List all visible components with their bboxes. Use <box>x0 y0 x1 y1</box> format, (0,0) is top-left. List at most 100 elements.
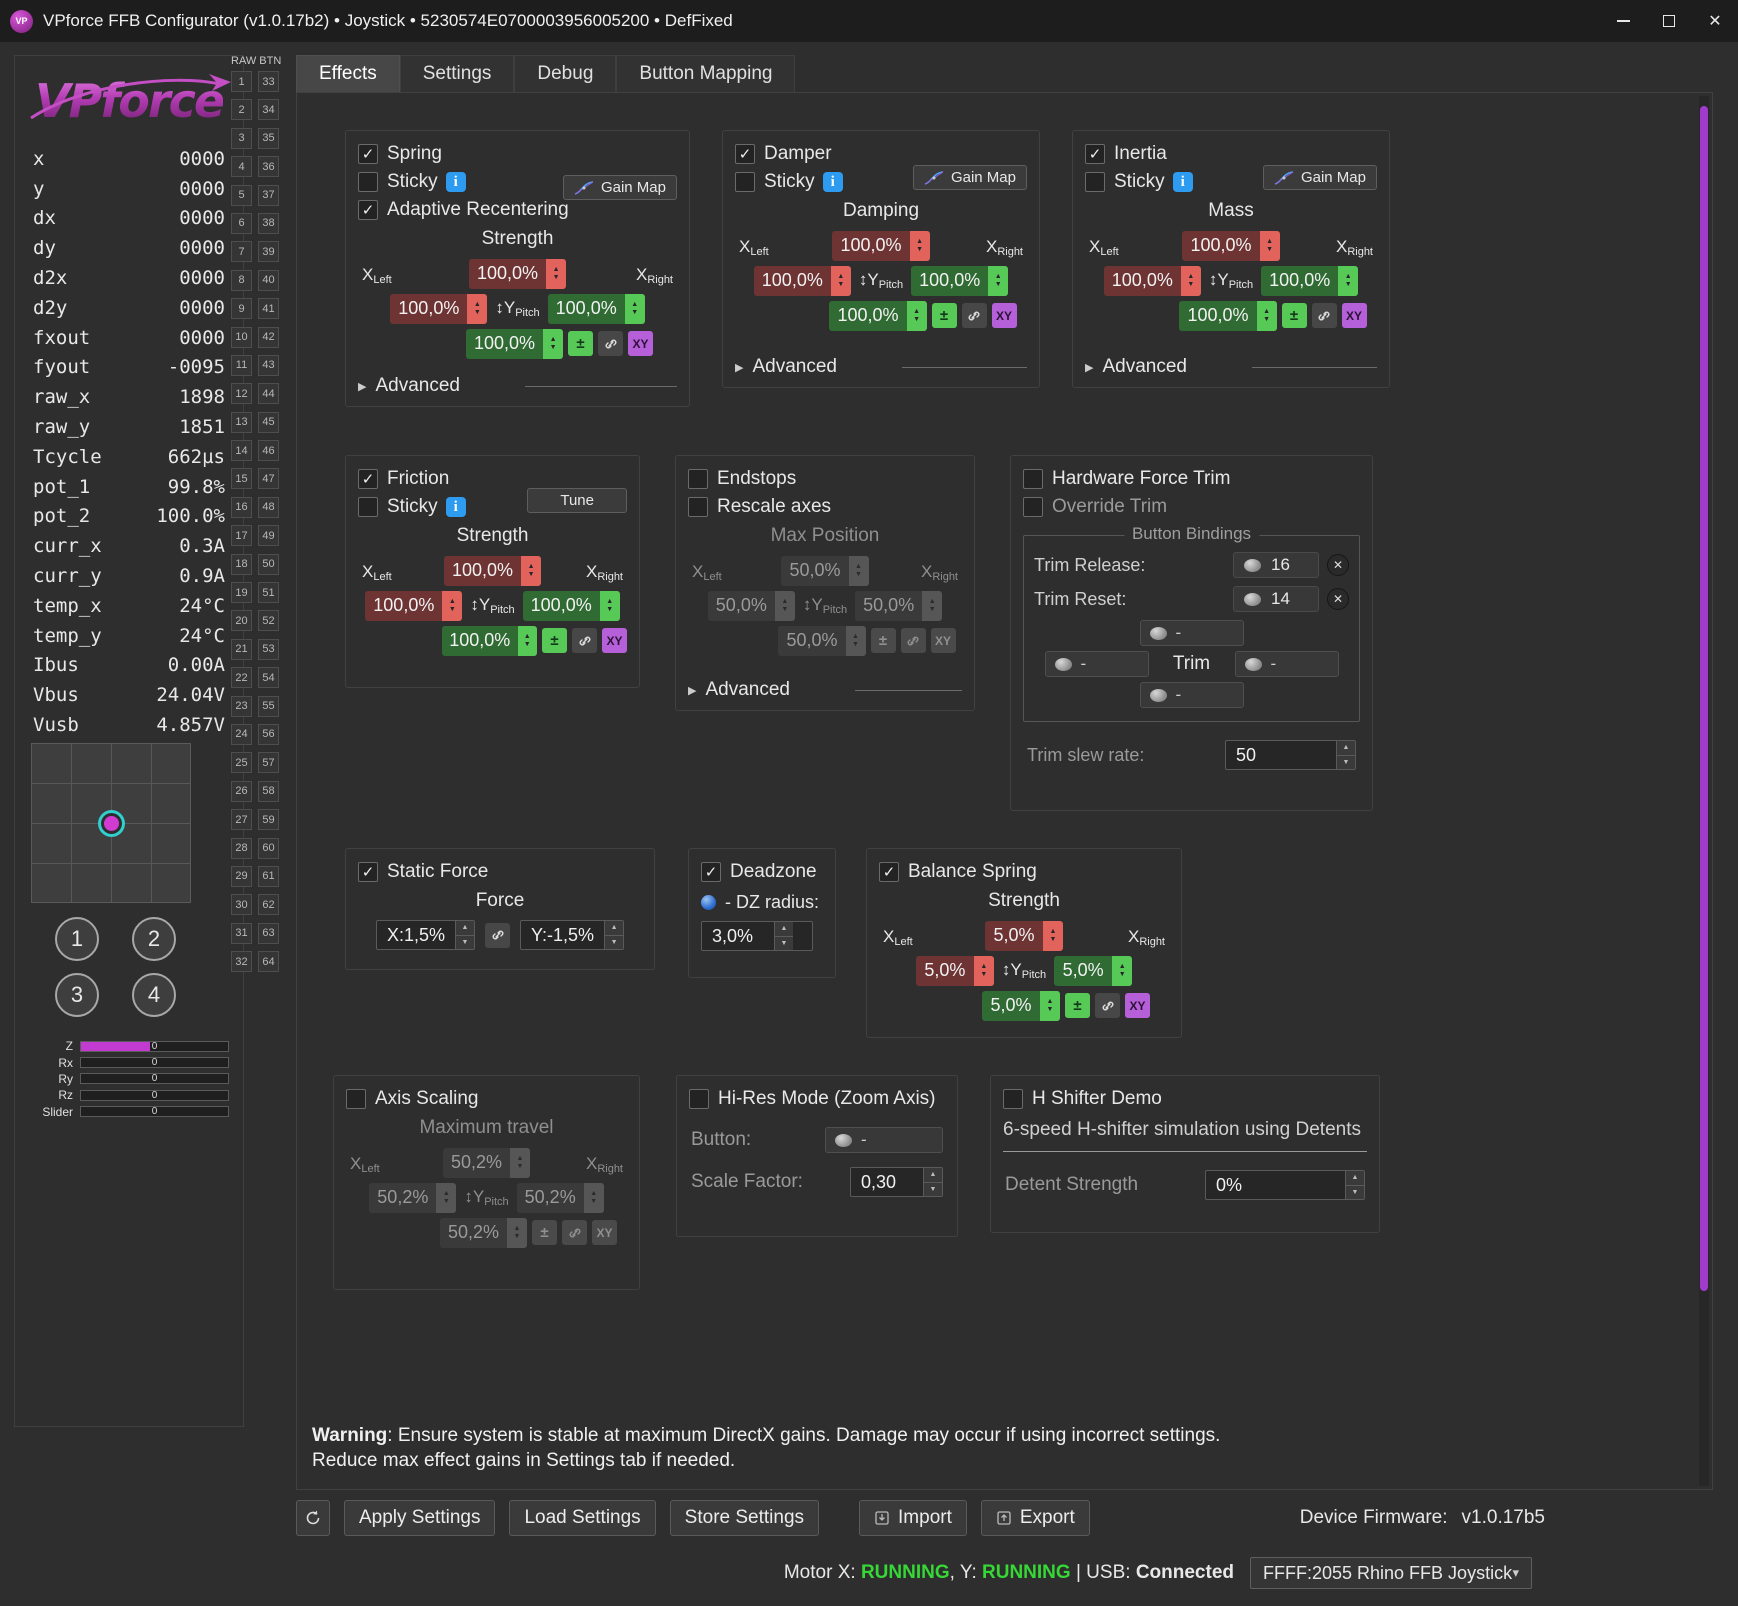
static-force-checkbox[interactable]: ✓ Static Force <box>358 858 642 886</box>
spring-gain-map-button[interactable]: Gain Map <box>562 175 677 200</box>
gain-right-spinbox[interactable]: 100,0% ▲ ▼ <box>522 590 620 621</box>
spring-advanced-toggle[interactable]: ▶ Advanced <box>358 369 677 397</box>
info-icon[interactable]: i <box>445 497 466 517</box>
link-axes-button[interactable] <box>485 922 510 948</box>
scale-factor-spinbox[interactable]: 0,30 ▲ ▼ <box>850 1167 943 1197</box>
link-axes-button[interactable] <box>961 303 987 328</box>
import-button[interactable]: Import <box>859 1500 967 1536</box>
refresh-button[interactable] <box>296 1500 330 1536</box>
maximize-button[interactable] <box>1646 0 1692 42</box>
step-down-icon[interactable]: ▼ <box>775 935 793 950</box>
trim-slew-rate-spinbox[interactable]: 50 ▲ ▼ <box>1225 740 1356 770</box>
link-axes-button[interactable] <box>598 331 624 356</box>
load-settings-button[interactable]: Load Settings <box>509 1500 656 1536</box>
damper-sticky-checkbox[interactable]: Sticky <box>735 168 815 196</box>
tab-debug[interactable]: Debug <box>514 55 617 92</box>
plusminus-button[interactable]: ± <box>568 331 594 356</box>
gain-left-spinbox[interactable]: 100,0% ▲ ▼ <box>365 590 463 621</box>
plusminus-button[interactable]: ± <box>870 628 896 653</box>
gain-up-spinbox[interactable]: 100,0% ▲ ▼ <box>1182 230 1280 261</box>
step-up-icon[interactable]: ▲ <box>1346 1171 1364 1185</box>
tab-effects[interactable]: Effects <box>296 55 400 92</box>
hires-button-binding[interactable]: - <box>825 1127 943 1153</box>
step-up-icon[interactable]: ▲ <box>775 922 793 936</box>
tab-button-mapping[interactable]: Button Mapping <box>616 55 796 92</box>
plusminus-button[interactable]: ± <box>1065 993 1090 1018</box>
adaptive-recentering-checkbox[interactable]: ✓ Adaptive Recentering <box>358 196 677 224</box>
balance-spring-checkbox[interactable]: ✓ Balance Spring <box>879 858 1169 886</box>
detent-strength-spinbox[interactable]: 0% ▲ ▼ <box>1205 1170 1365 1200</box>
override-trim-checkbox[interactable]: Override Trim <box>1023 493 1360 521</box>
step-up-icon[interactable]: ▲ <box>1337 741 1355 755</box>
friction-sticky-checkbox[interactable]: Sticky <box>358 493 438 521</box>
damper-advanced-toggle[interactable]: ▶ Advanced <box>735 350 1027 378</box>
xy-button[interactable]: XY <box>602 628 627 653</box>
link-axes-button[interactable] <box>1311 303 1337 328</box>
inertia-checkbox[interactable]: ✓ Inertia <box>1085 140 1377 168</box>
tab-settings[interactable]: Settings <box>399 55 515 92</box>
store-settings-button[interactable]: Store Settings <box>669 1500 820 1536</box>
trim-down-binding[interactable]: - <box>1139 682 1244 708</box>
plusminus-button[interactable]: ± <box>532 1220 558 1245</box>
gain-right-spinbox[interactable]: 100,0% ▲ ▼ <box>547 293 645 324</box>
trim-up-binding[interactable]: - <box>1139 620 1244 646</box>
friction-tune-button[interactable]: Tune <box>527 488 627 513</box>
trim-reset-binding[interactable]: 14 <box>1233 586 1319 612</box>
plusminus-button[interactable]: ± <box>931 303 957 328</box>
minimize-button[interactable] <box>1600 0 1646 42</box>
static-force-y-spinbox[interactable]: Y:-1,5% ▲ ▼ <box>520 920 625 950</box>
spring-checkbox[interactable]: ✓ Spring <box>358 140 677 168</box>
export-button[interactable]: Export <box>980 1500 1090 1536</box>
gain-down-spinbox[interactable]: 100,0% ▲ ▼ <box>829 300 927 331</box>
step-down-icon[interactable]: ▼ <box>1346 1184 1364 1199</box>
hires-mode-checkbox[interactable]: Hi-Res Mode (Zoom Axis) <box>689 1085 945 1113</box>
xy-button[interactable]: XY <box>628 331 654 356</box>
step-up-icon[interactable]: ▲ <box>924 1168 942 1182</box>
endstops-advanced-toggle[interactable]: ▶ Advanced <box>688 673 962 701</box>
clear-trim-reset-button[interactable]: ✕ <box>1327 588 1349 610</box>
xy-button[interactable]: XY <box>991 303 1017 328</box>
inertia-sticky-checkbox[interactable]: Sticky <box>1085 168 1165 196</box>
inertia-gain-map-button[interactable]: Gain Map <box>1262 165 1377 190</box>
trim-release-binding[interactable]: 16 <box>1233 552 1319 578</box>
gain-left-spinbox[interactable]: 100,0% ▲ ▼ <box>1103 265 1201 296</box>
gain-down-spinbox[interactable]: 100,0% ▲ ▼ <box>442 625 537 656</box>
damper-gain-map-button[interactable]: Gain Map <box>912 165 1027 190</box>
step-up-icon[interactable]: ▲ <box>605 921 624 935</box>
step-down-icon[interactable]: ▼ <box>605 934 624 949</box>
endstops-checkbox[interactable]: Endstops <box>688 465 962 493</box>
gain-left-spinbox[interactable]: 5,0% ▲ ▼ <box>915 955 994 986</box>
static-force-x-spinbox[interactable]: X:1,5% ▲ ▼ <box>375 920 475 950</box>
clear-trim-release-button[interactable]: ✕ <box>1327 554 1349 576</box>
axis-scaling-checkbox[interactable]: Axis Scaling <box>346 1085 627 1113</box>
xy-button[interactable]: XY <box>930 628 956 653</box>
gain-right-spinbox[interactable]: 5,0% ▲ ▼ <box>1054 955 1133 986</box>
trim-right-binding[interactable]: - <box>1234 651 1339 677</box>
gain-up-spinbox[interactable]: 100,0% ▲ ▼ <box>443 555 542 586</box>
xy-button[interactable]: XY <box>1341 303 1367 328</box>
link-axes-button[interactable] <box>572 628 597 653</box>
apply-settings-button[interactable]: Apply Settings <box>344 1500 496 1536</box>
gain-up-spinbox[interactable]: 5,0% ▲ ▼ <box>985 920 1063 951</box>
plusminus-button[interactable]: ± <box>542 628 567 653</box>
gain-right-spinbox[interactable]: 100,0% ▲ ▼ <box>1261 265 1359 296</box>
step-down-icon[interactable]: ▼ <box>1337 754 1355 769</box>
hardware-force-trim-checkbox[interactable]: Hardware Force Trim <box>1023 465 1360 493</box>
gain-right-spinbox[interactable]: 100,0% ▲ ▼ <box>911 265 1009 296</box>
step-down-icon[interactable]: ▼ <box>456 934 474 949</box>
gain-left-spinbox[interactable]: 100,0% ▲ ▼ <box>753 265 851 296</box>
gain-up-spinbox[interactable]: 100,0% ▲ ▼ <box>468 258 567 289</box>
damper-checkbox[interactable]: ✓ Damper <box>735 140 1027 168</box>
step-up-icon[interactable]: ▲ <box>456 921 474 935</box>
deadzone-checkbox[interactable]: ✓ Deadzone <box>701 858 823 886</box>
xy-button[interactable]: XY <box>1125 993 1150 1018</box>
xy-button[interactable]: XY <box>592 1220 618 1245</box>
gain-down-spinbox[interactable]: 100,0% ▲ ▼ <box>1179 300 1277 331</box>
step-down-icon[interactable]: ▼ <box>924 1181 942 1196</box>
inertia-advanced-toggle[interactable]: ▶ Advanced <box>1085 350 1377 378</box>
close-button[interactable]: ✕ <box>1692 0 1738 42</box>
rescale-axes-checkbox[interactable]: Rescale axes <box>688 493 962 521</box>
scrollbar-thumb[interactable] <box>1700 106 1708 1291</box>
link-axes-button[interactable] <box>900 628 926 653</box>
gain-left-spinbox[interactable]: 100,0% ▲ ▼ <box>390 293 488 324</box>
